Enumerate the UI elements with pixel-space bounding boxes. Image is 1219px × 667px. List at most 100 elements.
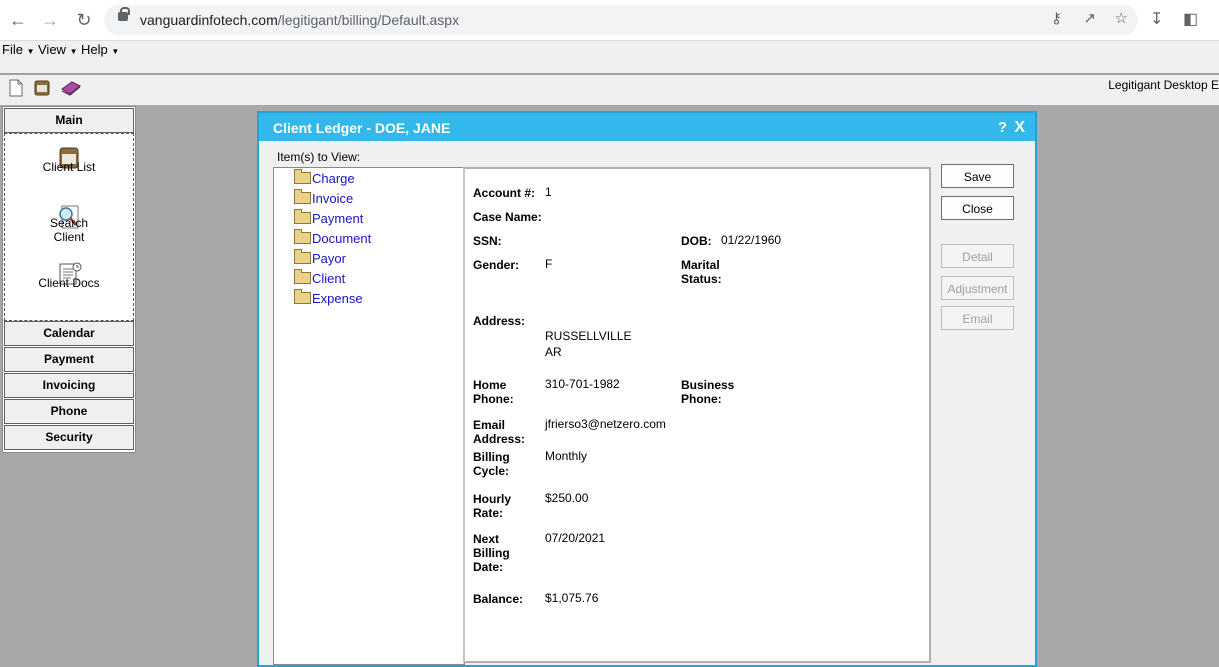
dob-value: 01/22/1960 — [721, 233, 782, 247]
tree-item-payor[interactable]: Payor — [294, 249, 346, 266]
open-folder-icon — [294, 269, 311, 284]
search-client-label-line1: Search — [49, 216, 89, 230]
menu-help[interactable]: Help ▼ — [81, 42, 121, 57]
account-label: Account #: — [473, 186, 536, 200]
client-list-label: Client List — [42, 160, 96, 174]
download-icon[interactable]: ↧ — [1150, 9, 1163, 29]
client-detail-panel: Account #: 1 Case Name: SSN: DOB: 01/22/… — [463, 167, 931, 663]
key-icon[interactable]: ⚷ — [1051, 9, 1062, 27]
menu-view[interactable]: View ▼ — [30, 42, 80, 57]
folder-icon — [294, 289, 311, 304]
tree-item-charge[interactable]: Charge — [294, 169, 355, 186]
dropdown-arrow-icon: ▼ — [69, 47, 78, 56]
sidebar-item-phone[interactable]: Phone — [4, 399, 134, 424]
dialog-title: Client Ledger - DOE, JANE — [273, 120, 451, 136]
case-name-label: Case Name: — [473, 210, 542, 224]
star-icon[interactable]: ☆ — [1115, 9, 1128, 27]
app-menubar: File ▼ View ▼ Help ▼ — [0, 41, 1219, 75]
browser-toolbar: ← → ↻ vanguardinfotech.com/legitigant/bi… — [0, 0, 1219, 41]
next-billing-date-label: Next Billing Date: — [473, 532, 510, 574]
sidebar: Main Client List Search Client Client Doc… — [2, 106, 136, 453]
client-docs-label: Client Docs — [38, 276, 100, 290]
address-label: Address: — [473, 314, 526, 328]
search-client-label-line2: Client — [53, 230, 85, 244]
tree-item-label: Invoice — [312, 191, 354, 206]
hourly-rate-value: $250.00 — [545, 491, 589, 505]
marital-status-label: Marital Status: — [681, 258, 722, 286]
next-billing-label-line1: Next — [473, 532, 500, 546]
home-phone-value: 310-701-1982 — [545, 377, 620, 391]
side-panel-icon[interactable]: ◧ — [1183, 9, 1198, 29]
next-billing-label-line2: Billing — [473, 546, 510, 560]
app-title: Legitigant Desktop E — [1108, 78, 1219, 92]
email-value: jfrierso3@netzero.com — [545, 417, 666, 431]
tree-item-client[interactable]: Client — [294, 269, 345, 286]
reload-icon[interactable]: ↻ — [72, 8, 96, 32]
lock-icon[interactable] — [118, 7, 130, 21]
email-address-label: Email Address: — [473, 418, 525, 446]
client-list-icon[interactable] — [34, 79, 50, 97]
client-docs-tool[interactable]: Client Docs — [5, 260, 133, 290]
books-icon[interactable] — [60, 79, 82, 97]
tree-item-payment[interactable]: Payment — [294, 209, 364, 226]
hourly-rate-label: Hourly Rate: — [473, 492, 511, 520]
search-client-tool[interactable]: Search Client — [5, 204, 133, 244]
item-tree: Charge Invoice Payment Document Payor Cl… — [273, 167, 465, 665]
tree-item-label: Charge — [312, 171, 355, 186]
save-button[interactable]: Save — [941, 164, 1014, 188]
dialog-title-bar[interactable]: Client Ledger - DOE, JANE ? X — [259, 113, 1035, 141]
search-client-label: Search Client — [5, 216, 133, 244]
marital-label-line2: Status: — [681, 272, 722, 286]
email-button[interactable]: Email — [941, 306, 1014, 330]
gender-label: Gender: — [473, 258, 520, 272]
folder-icon — [294, 249, 311, 264]
share-icon[interactable]: ↗ — [1083, 9, 1096, 27]
address-value: RUSSELLVILLE AR — [545, 328, 632, 360]
next-billing-date-value: 07/20/2021 — [545, 531, 606, 545]
close-button[interactable]: Close — [941, 196, 1014, 220]
close-icon[interactable]: X — [1014, 119, 1025, 137]
app-toolbar — [0, 75, 1219, 105]
folder-icon — [294, 209, 311, 224]
tree-item-label: Payment — [312, 211, 364, 226]
folder-icon — [294, 169, 311, 184]
email-label-line1: Email — [473, 418, 506, 432]
help-icon[interactable]: ? — [998, 119, 1007, 136]
folder-icon — [294, 229, 311, 244]
tree-item-label: Expense — [312, 291, 363, 306]
adjustment-button[interactable]: Adjustment — [941, 276, 1014, 300]
email-label-line2: Address: — [473, 432, 526, 446]
hourly-rate-label-line2: Rate: — [473, 506, 504, 520]
client-ledger-dialog: Client Ledger - DOE, JANE ? X Item(s) to… — [257, 111, 1037, 667]
forward-arrow-icon[interactable]: → — [38, 8, 62, 32]
balance-value: $1,075.76 — [545, 591, 599, 605]
sidebar-main-header[interactable]: Main — [4, 108, 134, 133]
dob-label: DOB: — [681, 234, 712, 248]
billing-cycle-label-line1: Billing — [473, 450, 510, 464]
back-arrow-icon[interactable]: ← — [6, 8, 30, 32]
client-list-tool[interactable]: Client List — [5, 146, 133, 174]
url-path: /legitigant/billing/Default.aspx — [277, 12, 460, 28]
billing-cycle-value: Monthly — [545, 449, 588, 463]
tree-item-document[interactable]: Document — [294, 229, 371, 246]
sidebar-main-panel: Client List Search Client Client Docs — [4, 133, 134, 321]
sidebar-item-security[interactable]: Security — [4, 425, 134, 450]
sidebar-item-invoicing[interactable]: Invoicing — [4, 373, 134, 398]
billing-cycle-label: Billing Cycle: — [473, 450, 510, 478]
address-line1: RUSSELLVILLE — [545, 329, 632, 343]
detail-button[interactable]: Detail — [941, 244, 1014, 268]
next-billing-label-line3: Date: — [473, 560, 504, 574]
balance-label: Balance: — [473, 592, 524, 606]
url-text[interactable]: vanguardinfotech.com/legitigant/billing/… — [140, 12, 459, 28]
tree-item-invoice[interactable]: Invoice — [294, 189, 354, 206]
new-document-icon[interactable] — [8, 79, 24, 97]
url-host: vanguardinfotech.com — [140, 12, 278, 28]
tree-item-label: Payor — [312, 251, 346, 266]
address-line2: AR — [545, 345, 562, 359]
ssn-label: SSN: — [473, 234, 502, 248]
sidebar-item-payment[interactable]: Payment — [4, 347, 134, 372]
address-bar[interactable]: vanguardinfotech.com/legitigant/billing/… — [104, 5, 1138, 35]
sidebar-item-calendar[interactable]: Calendar — [4, 321, 134, 346]
tree-item-expense[interactable]: Expense — [294, 289, 363, 306]
menu-help-label: Help — [81, 42, 108, 57]
